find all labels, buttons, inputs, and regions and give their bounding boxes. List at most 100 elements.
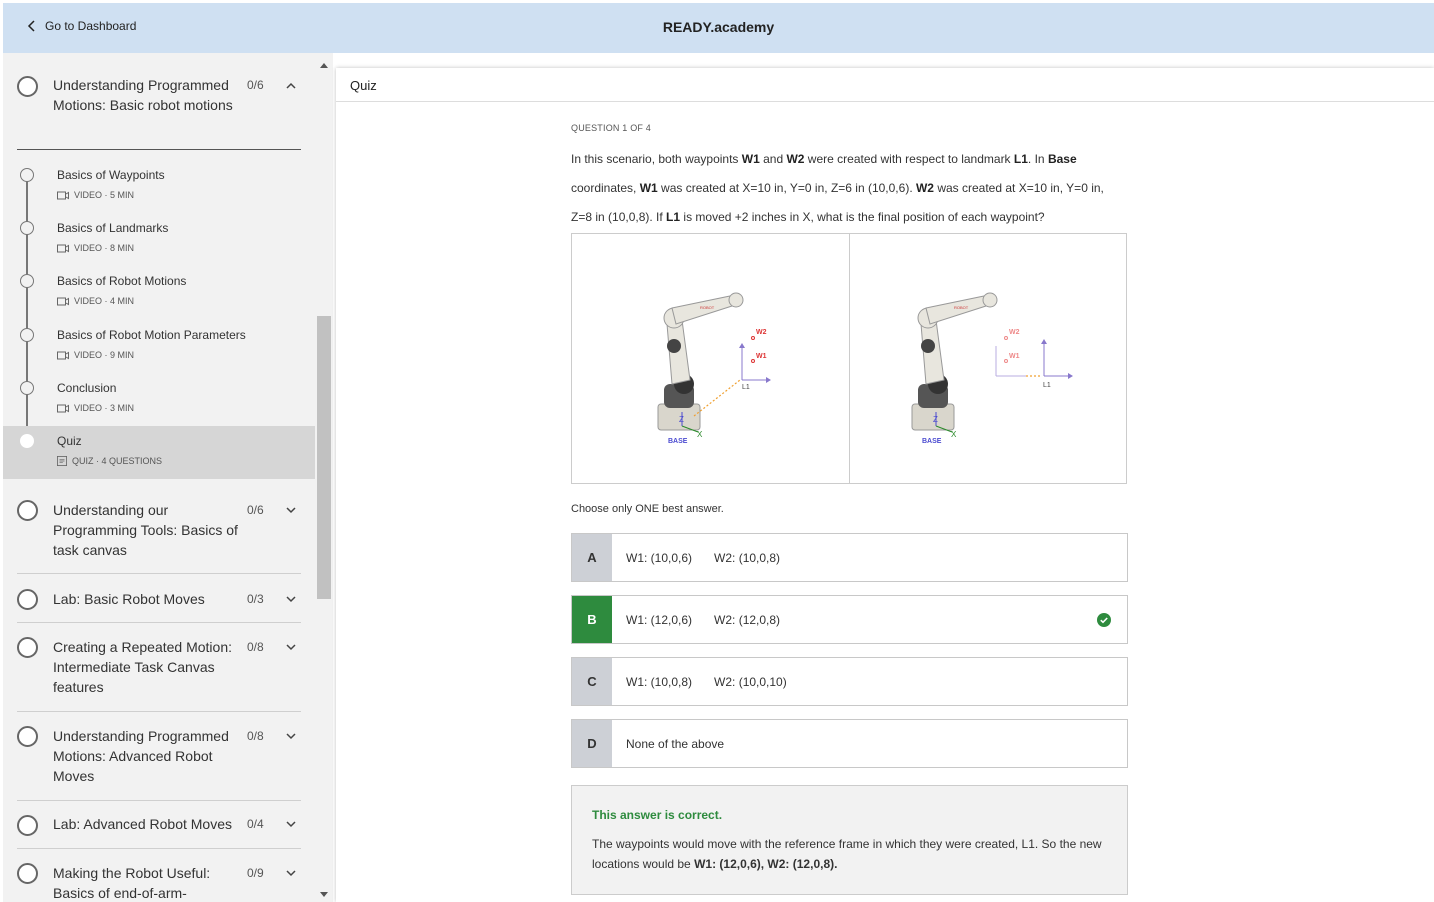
- lesson-item[interactable]: Basics of Robot Motions VIDEO · 4 MIN: [3, 272, 315, 325]
- lesson-name: Basics of Waypoints: [57, 168, 165, 182]
- sidebar-scrollbar[interactable]: [315, 53, 333, 902]
- answer-feedback: This answer is correct. The waypoints wo…: [571, 785, 1128, 895]
- module-progress-radio: [17, 815, 38, 836]
- video-icon: [57, 404, 69, 412]
- module-title: Creating a Repeated Motion: Intermediate…: [53, 639, 232, 695]
- svg-text:X: X: [951, 430, 957, 439]
- option-text: W1: (10,0,8) W2: (10,0,10): [626, 674, 787, 689]
- svg-text:Z: Z: [933, 415, 938, 424]
- module-item[interactable]: Creating a Repeated Motion: Intermediate…: [17, 623, 301, 712]
- module-item[interactable]: Lab: Basic Robot Moves 0/3: [17, 574, 301, 623]
- question-area: QUESTION 1 OF 4 In this scenario, both w…: [571, 123, 1131, 895]
- option-text: None of the above: [626, 736, 725, 751]
- module-progress-radio: [17, 863, 38, 884]
- chevron-down-icon[interactable]: [285, 818, 297, 830]
- svg-text:BASE: BASE: [668, 438, 688, 445]
- module-item[interactable]: Understanding our Programming Tools: Bas…: [17, 479, 301, 574]
- svg-text:L1: L1: [1043, 382, 1051, 389]
- module-count: 0/6: [247, 78, 264, 92]
- quiz-header: Quiz: [336, 68, 1434, 102]
- lesson-meta: VIDEO · 4 MIN: [57, 296, 134, 306]
- quiz-panel: Quiz QUESTION 1 OF 4 In this scenario, b…: [336, 68, 1434, 902]
- option-text: W1: (12,0,6) W2: (12,0,8): [626, 612, 781, 627]
- option-text: W1: (10,0,6) W2: (10,0,8): [626, 550, 781, 565]
- question-text: In this scenario, both waypoints W1 and …: [571, 152, 1104, 224]
- answer-instruction: Choose only ONE best answer.: [571, 503, 724, 515]
- feedback-body: The waypoints would move with the refere…: [592, 837, 1102, 871]
- lesson-meta-text: QUIZ · 4 QUESTIONS: [72, 456, 163, 466]
- module-count: 0/4: [247, 817, 264, 831]
- lesson-meta: VIDEO · 8 MIN: [57, 243, 134, 253]
- option-letter: C: [572, 658, 612, 705]
- lesson-meta-text: VIDEO · 8 MIN: [74, 243, 135, 253]
- lesson-item[interactable]: Basics of Robot Motion Parameters VIDEO …: [3, 326, 315, 379]
- lesson-meta-text: VIDEO · 9 MIN: [74, 350, 135, 360]
- scroll-up-arrow[interactable]: [320, 63, 328, 68]
- lesson-meta: VIDEO · 5 MIN: [57, 190, 134, 200]
- svg-text:ROBOT: ROBOT: [954, 305, 969, 310]
- robot-arm-illustration: ROBOT Z X BASE L1 W1 W2: [657, 292, 771, 445]
- lesson-item[interactable]: Basics of Landmarks VIDEO · 8 MIN: [3, 219, 315, 272]
- module-title: Making the Robot Useful: Basics of end-o…: [53, 865, 211, 901]
- lesson-meta: QUIZ · 4 QUESTIONS: [57, 456, 162, 466]
- app-frame: Go to Dashboard READY.academy Understand…: [3, 3, 1434, 902]
- module-progress-radio: [17, 637, 38, 658]
- lesson-name: Basics of Robot Motions: [57, 274, 187, 288]
- module-title: Lab: Advanced Robot Moves: [53, 816, 233, 832]
- module-progress-radio: [17, 726, 38, 747]
- module-count: 0/3: [247, 592, 264, 606]
- lesson-item[interactable]: Basics of Waypoints VIDEO · 5 MIN: [3, 166, 315, 219]
- svg-text:L1: L1: [742, 384, 750, 391]
- robot-arm-illustration: ROBOT Z X BASE L1 W1 W2: [911, 292, 1073, 445]
- svg-text:W2: W2: [756, 329, 767, 336]
- robot-diagram-after: ROBOT Z X BASE L1 W1 W2: [849, 234, 1126, 483]
- chevron-up-icon[interactable]: [285, 80, 297, 92]
- svg-text:BASE: BASE: [922, 438, 942, 445]
- scroll-down-arrow[interactable]: [320, 892, 328, 897]
- module-progress-radio: [17, 500, 38, 521]
- module-count: 0/6: [247, 503, 264, 517]
- answer-option-a[interactable]: A W1: (10,0,6) W2: (10,0,8): [571, 533, 1128, 582]
- sidebar-scroll-area[interactable]: Understanding Programmed Motions: Basic …: [3, 53, 315, 902]
- module-title: Understanding our Programming Tools: Bas…: [53, 502, 238, 558]
- quiz-header-title: Quiz: [350, 78, 377, 93]
- module-count: 0/8: [247, 640, 264, 654]
- lesson-item-active[interactable]: Quiz QUIZ · 4 QUESTIONS: [3, 426, 315, 479]
- module-item[interactable]: Making the Robot Useful: Basics of end-o…: [17, 849, 301, 902]
- lesson-meta-text: VIDEO · 5 MIN: [74, 190, 135, 200]
- video-icon: [57, 297, 69, 305]
- scrollbar-thumb[interactable]: [317, 316, 331, 599]
- answer-option-c[interactable]: C W1: (10,0,8) W2: (10,0,10): [571, 657, 1128, 706]
- chevron-down-icon[interactable]: [285, 867, 297, 879]
- lesson-status-dot: [20, 221, 34, 235]
- robot-diagram-before: ROBOT Z X BASE L1 W1 W2: [572, 234, 849, 483]
- lesson-name: Basics of Landmarks: [57, 221, 169, 235]
- question-images: ROBOT Z X BASE L1 W1 W2 ROBOT Z X BASE L…: [571, 233, 1127, 484]
- answer-option-d[interactable]: D None of the above: [571, 719, 1128, 768]
- svg-text:ROBOT: ROBOT: [700, 305, 715, 310]
- module-current[interactable]: Understanding Programmed Motions: Basic …: [17, 53, 301, 150]
- lesson-status-dot: [20, 381, 34, 395]
- module-title: Understanding Programmed Motions: Basic …: [53, 77, 233, 113]
- quiz-icon: [57, 456, 67, 466]
- module-item[interactable]: Understanding Programmed Motions: Advanc…: [17, 712, 301, 801]
- top-bar: Go to Dashboard READY.academy: [3, 3, 1434, 53]
- chevron-down-icon[interactable]: [285, 641, 297, 653]
- chevron-down-icon[interactable]: [285, 730, 297, 742]
- chevron-down-icon[interactable]: [285, 504, 297, 516]
- answer-option-b[interactable]: B W1: (12,0,6) W2: (12,0,8): [571, 595, 1128, 644]
- video-icon: [57, 191, 69, 199]
- lesson-name: Basics of Robot Motion Parameters: [57, 328, 246, 342]
- lesson-name: Conclusion: [57, 381, 117, 395]
- question-number: QUESTION 1 OF 4: [571, 123, 652, 133]
- lesson-meta: VIDEO · 9 MIN: [57, 350, 134, 360]
- option-letter: B: [572, 596, 612, 643]
- chevron-down-icon[interactable]: [285, 593, 297, 605]
- lesson-name: Quiz: [57, 434, 82, 448]
- module-title: Understanding Programmed Motions: Advanc…: [53, 728, 229, 784]
- lesson-item[interactable]: Conclusion VIDEO · 3 MIN: [3, 379, 315, 432]
- module-item[interactable]: Lab: Advanced Robot Moves 0/4: [17, 801, 301, 849]
- feedback-heading: This answer is correct.: [592, 808, 723, 822]
- lesson-meta-text: VIDEO · 4 MIN: [74, 296, 135, 306]
- module-count: 0/9: [247, 866, 264, 880]
